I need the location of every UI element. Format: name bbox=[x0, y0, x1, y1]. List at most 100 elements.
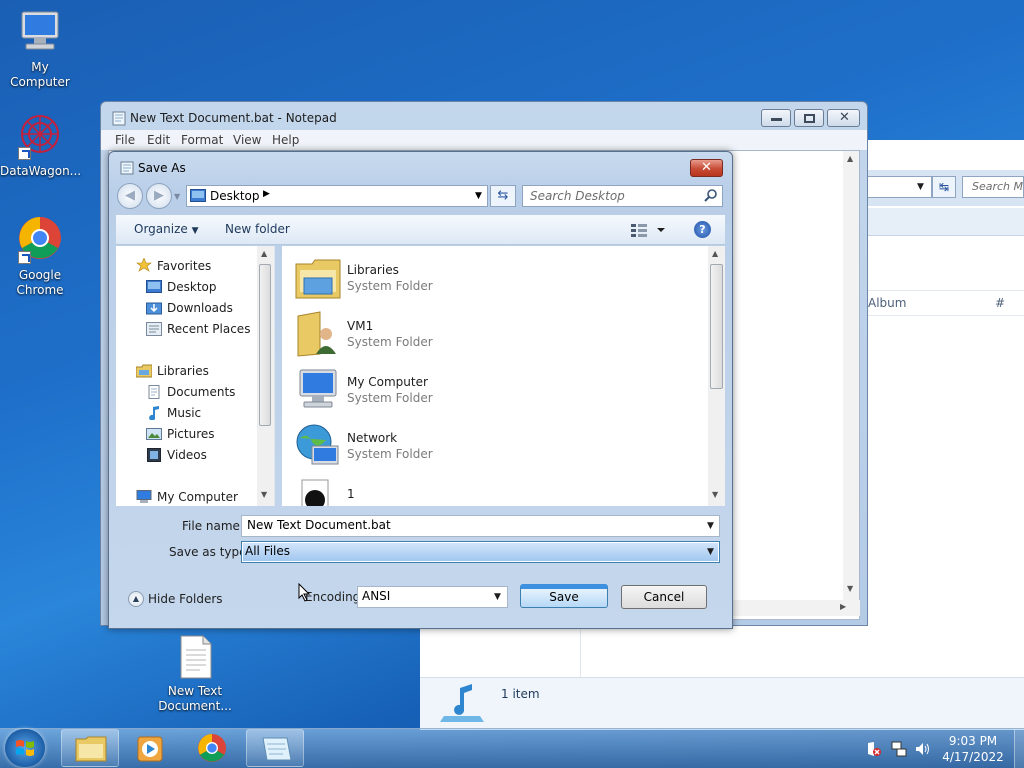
background-search-input[interactable]: Search Mu bbox=[962, 176, 1024, 198]
save-button[interactable]: Save bbox=[520, 584, 608, 608]
clock-time[interactable]: 9:03 PM bbox=[938, 734, 1008, 748]
chevron-down-icon: ▼ bbox=[917, 182, 924, 192]
show-desktop-button[interactable] bbox=[1014, 729, 1024, 768]
nav-libraries[interactable]: Libraries bbox=[157, 364, 209, 378]
scroll-up-icon: ▲ bbox=[261, 249, 268, 258]
refresh-button[interactable]: ⇆ bbox=[490, 185, 516, 207]
organize-button[interactable]: Organize ▼ bbox=[134, 222, 199, 236]
chevron-down-icon: ▼ bbox=[191, 226, 199, 236]
nav-music[interactable]: Music bbox=[167, 406, 201, 420]
nav-documents[interactable]: Documents bbox=[167, 385, 235, 399]
desktop-icon bbox=[146, 280, 162, 294]
shortcut-arrow-icon bbox=[18, 147, 31, 160]
computer-icon bbox=[294, 366, 342, 414]
chevron-down-icon[interactable]: ▼ bbox=[707, 547, 714, 557]
file-item-name[interactable]: 1 bbox=[347, 487, 355, 501]
hide-folders-button[interactable]: Hide Folders bbox=[148, 592, 223, 606]
file-icon bbox=[294, 478, 342, 506]
desktop-icon-my-computer[interactable]: My Computer bbox=[0, 8, 80, 90]
taskbar-notepad-button[interactable] bbox=[246, 729, 304, 767]
media-player-icon[interactable] bbox=[134, 733, 166, 765]
nav-downloads[interactable]: Downloads bbox=[167, 301, 233, 315]
menu-view[interactable]: View bbox=[233, 133, 261, 147]
menu-format[interactable]: Format bbox=[181, 133, 223, 147]
desktop-icon-google-chrome[interactable]: Google Chrome bbox=[0, 216, 80, 298]
forward-button[interactable]: ▶ bbox=[146, 183, 172, 209]
computer-icon bbox=[136, 490, 152, 504]
address-dropdown-icon[interactable]: ▼ bbox=[475, 191, 482, 201]
notepad-vertical-scrollbar[interactable]: ▲ ▼ bbox=[843, 151, 859, 603]
minimize-button[interactable] bbox=[761, 109, 791, 127]
arrow-right-icon: ▶ bbox=[154, 188, 164, 203]
start-button[interactable] bbox=[5, 729, 45, 767]
notepad-horizontal-scrollbar[interactable]: ▶ bbox=[720, 600, 860, 616]
maximize-button[interactable] bbox=[794, 109, 824, 127]
folder-icon bbox=[75, 736, 107, 762]
back-button[interactable]: ◀ bbox=[117, 183, 143, 209]
clock-date[interactable]: 4/17/2022 bbox=[938, 750, 1008, 764]
refresh-icon: ⇆ bbox=[497, 188, 509, 203]
nav-videos[interactable]: Videos bbox=[167, 448, 207, 462]
file-item-name[interactable]: Libraries bbox=[347, 263, 399, 277]
chevron-down-icon[interactable]: ▼ bbox=[707, 521, 714, 531]
shortcut-arrow-icon bbox=[18, 251, 31, 264]
maximize-icon bbox=[804, 114, 815, 123]
desktop-icon-datawagon[interactable]: DataWagon... bbox=[0, 112, 81, 179]
nav-my-computer[interactable]: My Computer bbox=[157, 490, 238, 504]
history-dropdown-icon[interactable]: ▼ bbox=[174, 192, 180, 201]
nav-recent-places[interactable]: Recent Places bbox=[167, 322, 250, 336]
taskbar-chrome-icon[interactable] bbox=[196, 732, 228, 764]
chevron-down-icon[interactable]: ▼ bbox=[494, 592, 501, 602]
text-document-icon bbox=[175, 634, 215, 680]
close-icon: ✕ bbox=[839, 110, 850, 125]
action-center-icon[interactable] bbox=[866, 741, 882, 757]
save-as-type-select[interactable] bbox=[241, 541, 720, 563]
libraries-folder-icon bbox=[294, 254, 342, 302]
dialog-title: Save As bbox=[138, 161, 186, 175]
cancel-button[interactable]: Cancel bbox=[621, 585, 707, 609]
notepad-close-button[interactable]: ✕ bbox=[827, 109, 860, 127]
chevron-up-icon[interactable]: ▲ bbox=[128, 591, 144, 607]
nav-favorites[interactable]: Favorites bbox=[157, 259, 211, 273]
file-item-name[interactable]: Network bbox=[347, 431, 397, 445]
file-item-type: System Folder bbox=[347, 279, 433, 293]
nav-pictures[interactable]: Pictures bbox=[167, 427, 215, 441]
desktop-icon-new-text-document[interactable]: New Text Document... bbox=[155, 634, 235, 714]
file-item-name[interactable]: VM1 bbox=[347, 319, 373, 333]
save-as-type-label: Save as type: bbox=[169, 545, 251, 559]
notepad-title: New Text Document.bat - Notepad bbox=[130, 111, 337, 125]
close-icon: ✕ bbox=[701, 160, 712, 175]
search-icon[interactable] bbox=[704, 188, 718, 202]
address-current[interactable]: Desktop bbox=[210, 189, 260, 203]
taskbar-explorer-button[interactable] bbox=[61, 729, 119, 767]
music-library-icon bbox=[440, 682, 486, 724]
windows-logo-icon bbox=[16, 740, 34, 756]
user-folder-icon bbox=[294, 310, 342, 358]
chevron-right-icon[interactable]: ▶ bbox=[263, 189, 270, 199]
change-view-button[interactable] bbox=[631, 222, 667, 238]
column-header-number[interactable]: # bbox=[995, 296, 1005, 310]
help-icon: ? bbox=[699, 223, 706, 236]
new-folder-button[interactable]: New folder bbox=[225, 222, 290, 236]
network-icon bbox=[294, 422, 342, 470]
nav-desktop[interactable]: Desktop bbox=[167, 280, 217, 294]
refresh-icon[interactable]: ↹ bbox=[932, 176, 956, 198]
column-header-album[interactable]: Album bbox=[868, 296, 906, 310]
desktop-icon-label: New Text Document... bbox=[158, 684, 232, 713]
file-item-name[interactable]: My Computer bbox=[347, 375, 428, 389]
save-as-type-value: All Files bbox=[245, 544, 291, 558]
videos-icon bbox=[146, 448, 162, 462]
mouse-cursor-icon bbox=[298, 582, 311, 602]
file-list-scroll-thumb[interactable] bbox=[710, 264, 723, 389]
menu-file[interactable]: File bbox=[115, 133, 135, 147]
music-icon bbox=[146, 406, 162, 421]
menu-help[interactable]: Help bbox=[272, 133, 299, 147]
network-tray-icon[interactable] bbox=[891, 741, 907, 757]
navigation-scroll-thumb[interactable] bbox=[259, 264, 271, 426]
help-button[interactable]: ? bbox=[694, 221, 711, 238]
dialog-close-button[interactable]: ✕ bbox=[690, 159, 723, 177]
menu-edit[interactable]: Edit bbox=[147, 133, 170, 147]
scroll-up-icon: ▲ bbox=[712, 249, 719, 258]
volume-icon[interactable] bbox=[915, 741, 931, 757]
desktop-folder-icon bbox=[190, 189, 206, 202]
